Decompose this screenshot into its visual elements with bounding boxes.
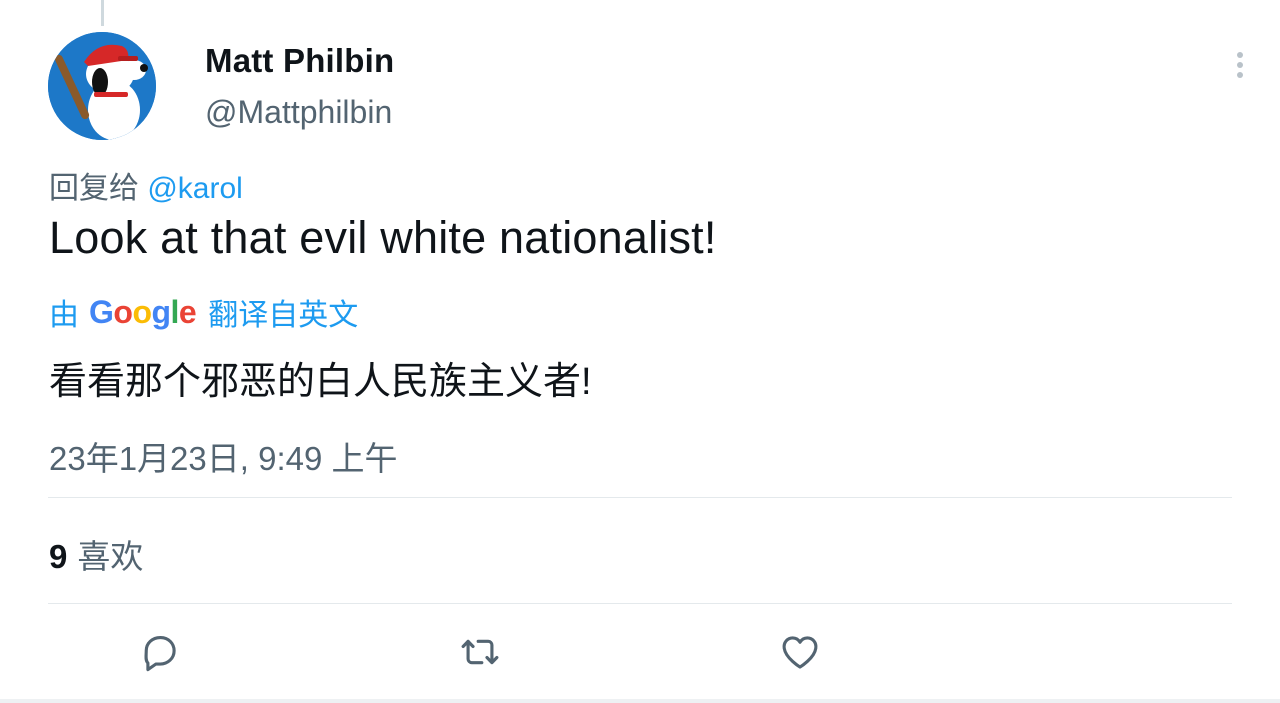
reply-context: 回复给 @karol bbox=[49, 163, 243, 207]
like-button[interactable] bbox=[778, 630, 822, 674]
google-logo: Google bbox=[89, 293, 197, 330]
tweet-text: Look at that evil white nationalist! bbox=[49, 212, 717, 263]
translation-prefix: 由 bbox=[49, 299, 79, 332]
likes-count: 9 bbox=[49, 538, 68, 575]
bottom-border bbox=[0, 699, 1280, 703]
avatar[interactable] bbox=[48, 32, 156, 140]
retweet-icon bbox=[461, 639, 499, 665]
more-vertical-icon[interactable] bbox=[1228, 48, 1252, 82]
heart-icon bbox=[782, 636, 818, 669]
translated-tweet-text: 看看那个邪恶的白人民族主义者! bbox=[49, 361, 592, 403]
translation-attribution[interactable]: 由 Google 翻译自英文 bbox=[49, 290, 358, 334]
likes-label: 喜欢 bbox=[77, 538, 144, 575]
retweet-button[interactable] bbox=[458, 630, 502, 674]
tweet-timestamp[interactable]: 23年1月23日, 9:49 上午 bbox=[49, 432, 398, 480]
translation-suffix: 翻译自英文 bbox=[208, 299, 359, 332]
likes-stat[interactable]: 9 喜欢 bbox=[49, 530, 143, 578]
reply-button[interactable] bbox=[138, 630, 182, 674]
reply-mention-link[interactable]: @karol bbox=[147, 172, 242, 205]
divider bbox=[48, 603, 1232, 604]
author-display-name[interactable]: Matt Philbin bbox=[205, 42, 394, 80]
reply-icon bbox=[144, 635, 176, 672]
author-handle[interactable]: @Mattphilbin bbox=[205, 94, 392, 131]
reply-prefix: 回复给 bbox=[49, 172, 139, 205]
thread-connector-line bbox=[101, 0, 104, 26]
divider bbox=[48, 497, 1232, 498]
